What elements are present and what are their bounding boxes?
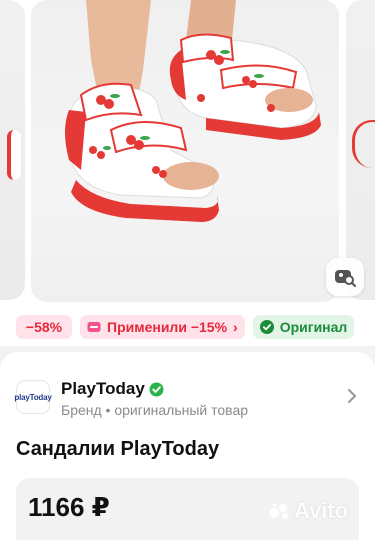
watermark-text: Avito [294,498,349,523]
next-photo[interactable] [346,0,375,300]
applied-discount-badge[interactable]: Применили −15% › [80,315,245,339]
sandal-fragment [352,120,375,168]
discount-badge: −58% [16,315,72,339]
brand-logo: playToday [14,380,52,414]
verified-check-icon [149,382,164,396]
badges-row: −58% Применили −15% › Оригинал [16,315,355,339]
chevron-right-icon: › [233,319,238,335]
watermark: Avito [268,498,348,524]
previous-photo[interactable] [0,0,25,300]
original-badge[interactable]: Оригинал [252,315,355,339]
applied-discount-label: Применили −15% [107,319,228,335]
brand-name-text: PlayToday [61,379,145,398]
avito-logo-icon [269,503,288,519]
product-title: Сандалии PlayToday [16,438,220,460]
brand-name: PlayToday [61,379,164,399]
sandals-illustration [65,0,321,222]
product-price: 1166 ₽ [28,492,110,522]
tag-icon [87,322,101,332]
brand-row[interactable]: playToday PlayToday Бренд • оригинальный… [14,379,359,420]
image-search-button[interactable] [326,258,364,296]
chevron-right-icon [347,388,357,404]
original-label: Оригинал [279,319,348,335]
brand-subtitle: Бренд • оригинальный товар [61,402,249,418]
verified-check-icon [259,320,274,334]
main-product-photo[interactable] [31,0,339,302]
sandal-fragment [7,130,21,180]
image-search-icon [335,270,356,287]
photo-gallery[interactable] [0,0,375,310]
